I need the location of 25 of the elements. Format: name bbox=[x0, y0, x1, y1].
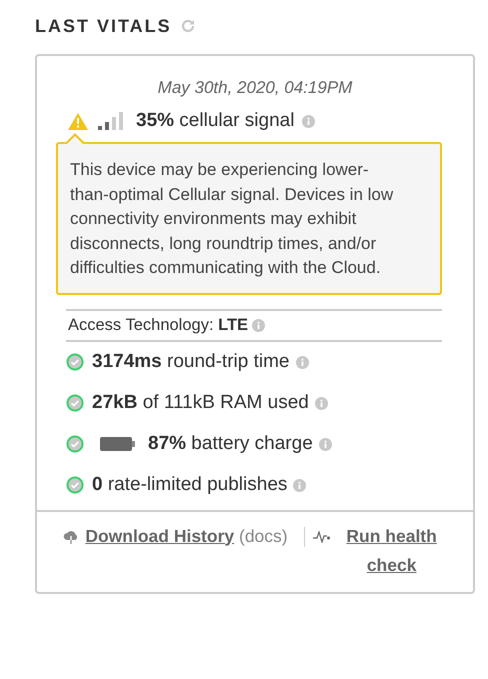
docs-link[interactable]: docs bbox=[244, 526, 282, 546]
info-icon[interactable] bbox=[318, 438, 332, 450]
info-icon[interactable] bbox=[302, 114, 316, 128]
run-health-check-link[interactable]: Run health check bbox=[336, 522, 447, 580]
cloud-download-icon bbox=[63, 528, 80, 545]
signal-icon bbox=[98, 111, 126, 131]
vital-text: 27kB of 111kB RAM used bbox=[92, 392, 309, 414]
pulse-icon bbox=[312, 530, 331, 543]
popover-text: This device may be experiencing lower-than-optimal Cellular signal. Devices in low connectivity environments may exhibit disconnects, long roundtrip times, and/or difficulties communicating with the Cloud. bbox=[70, 159, 394, 279]
info-icon[interactable] bbox=[314, 396, 328, 410]
vital-text: 87% battery charge bbox=[148, 433, 313, 455]
access-technology: Access Technology: LTE bbox=[68, 316, 248, 334]
refresh-icon[interactable] bbox=[180, 18, 196, 34]
download-history-link[interactable]: Download History bbox=[85, 526, 234, 546]
battery-icon bbox=[100, 437, 136, 451]
info-icon[interactable] bbox=[252, 318, 266, 332]
vital-text: 3174ms round-trip time bbox=[92, 351, 290, 373]
docs-paren: ) bbox=[282, 526, 288, 546]
info-icon[interactable] bbox=[296, 356, 309, 368]
signal-text: 35% cellular signal bbox=[136, 110, 294, 132]
section-title: LAST VITALS bbox=[35, 16, 172, 36]
timestamp: May 30th, 2020, 04:19PM bbox=[156, 78, 354, 98]
docs-paren: ( bbox=[239, 526, 245, 546]
vital-text: 0 rate-limited publishes bbox=[92, 474, 288, 496]
info-icon[interactable] bbox=[293, 478, 306, 492]
